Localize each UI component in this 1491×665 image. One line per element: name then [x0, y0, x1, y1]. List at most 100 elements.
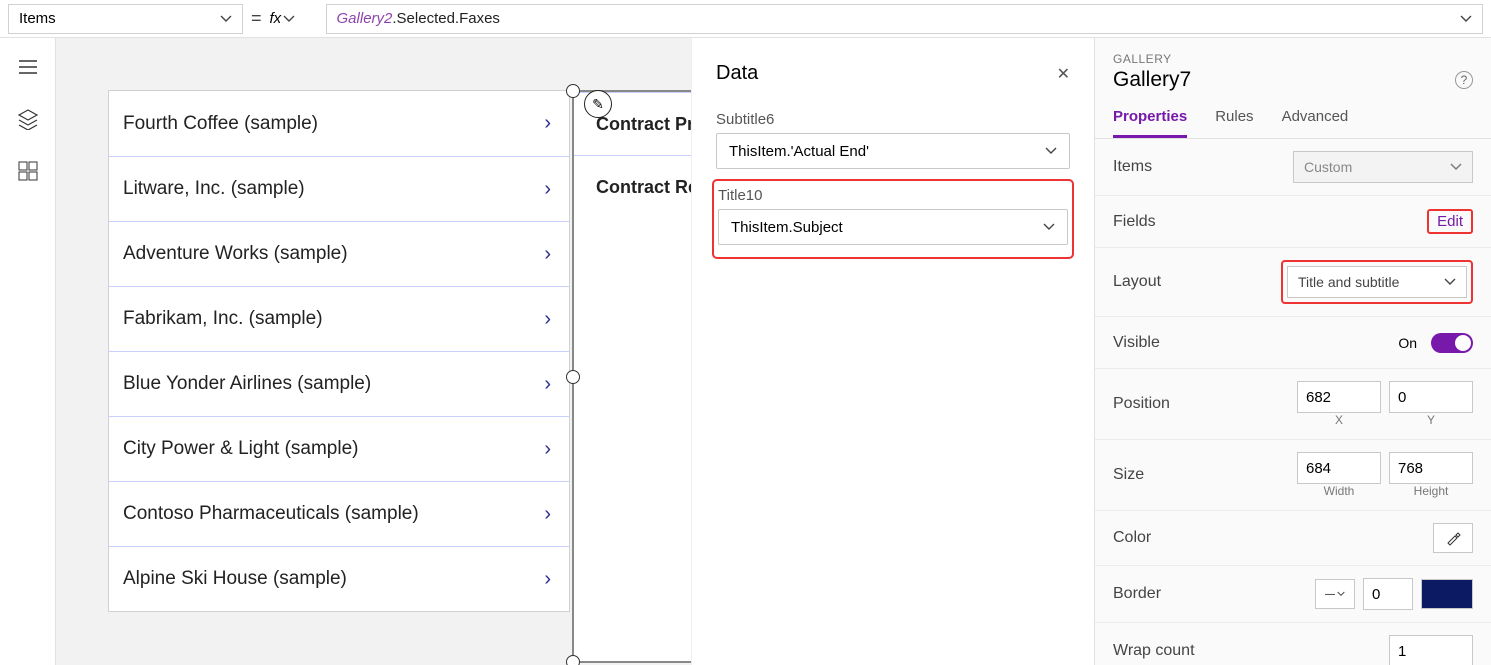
chevron-right-icon: › [544, 178, 551, 201]
field-dropdown[interactable]: ThisItem.Subject [718, 209, 1068, 245]
control-type-label: GALLERY [1113, 52, 1473, 66]
tab-rules[interactable]: Rules [1215, 108, 1253, 138]
layout-dropdown[interactable]: Title and subtitle [1287, 266, 1467, 298]
position-y-input[interactable]: 0 [1389, 381, 1473, 413]
prop-row-visible: Visible On [1095, 317, 1491, 369]
formula-text: Gallery2.Selected.Faxes [337, 10, 500, 27]
list-item[interactable]: Blue Yonder Airlines (sample)› [109, 351, 569, 416]
chevron-down-icon [1043, 221, 1055, 233]
property-dropdown[interactable]: Items [8, 4, 243, 34]
prop-row-size: Size 684 Width 768 Height [1095, 440, 1491, 511]
list-item[interactable]: Adventure Works (sample)› [109, 221, 569, 286]
chevron-right-icon: › [544, 373, 551, 396]
equals-sign: = [251, 8, 262, 29]
field-label: Title10 [718, 187, 1068, 204]
grid-icon[interactable] [17, 160, 39, 182]
properties-header: GALLERY Gallery7 ? [1095, 38, 1491, 92]
menu-icon[interactable] [17, 56, 39, 78]
list-item[interactable]: City Power & Light (sample)› [109, 416, 569, 481]
items-dropdown[interactable]: Custom [1293, 151, 1473, 183]
prop-label: Items [1113, 158, 1152, 176]
prop-label: Visible [1113, 334, 1160, 352]
tab-properties[interactable]: Properties [1113, 108, 1187, 138]
prop-row-items: Items Custom [1095, 139, 1491, 196]
edit-pencil-icon[interactable]: ✎ [584, 90, 612, 118]
list-item[interactable]: Fabrikam, Inc. (sample)› [109, 286, 569, 351]
prop-row-color: Color [1095, 511, 1491, 566]
data-panel: Data ✕ Subtitle6 ThisItem.'Actual End' T… [691, 38, 1094, 665]
size-height-label: Height [1389, 484, 1473, 498]
formula-input[interactable]: Gallery2.Selected.Faxes [326, 4, 1483, 34]
chevron-right-icon: › [544, 308, 551, 331]
formula-bar: Items = fx Gallery2.Selected.Faxes [0, 0, 1491, 38]
close-icon[interactable]: ✕ [1057, 64, 1070, 84]
prop-row-fields: Fields Edit [1095, 196, 1491, 248]
size-width-label: Width [1297, 484, 1381, 498]
data-panel-header: Data ✕ [692, 38, 1094, 97]
chevron-right-icon: › [544, 438, 551, 461]
visible-toggle[interactable] [1431, 333, 1473, 353]
chevron-right-icon: › [544, 503, 551, 526]
prop-row-position: Position 682 X 0 Y [1095, 369, 1491, 440]
resize-handle[interactable] [566, 655, 580, 665]
list-item[interactable]: Contoso Pharmaceuticals (sample)› [109, 481, 569, 546]
field-label: Subtitle6 [716, 111, 1070, 128]
data-panel-title: Data [716, 62, 758, 85]
layers-icon[interactable] [17, 108, 39, 130]
main-layout: Fourth Coffee (sample)› Litware, Inc. (s… [0, 38, 1491, 665]
field-group-highlighted: Title10 ThisItem.Subject [712, 179, 1074, 259]
color-picker[interactable] [1433, 523, 1473, 553]
properties-body: Items Custom Fields Edit Layout Title an… [1095, 139, 1491, 665]
field-dropdown[interactable]: ThisItem.'Actual End' [716, 133, 1070, 169]
prop-label: Color [1113, 529, 1151, 547]
list-item[interactable]: Alpine Ski House (sample)› [109, 546, 569, 611]
chevron-down-icon [1045, 145, 1057, 157]
size-width-input[interactable]: 684 [1297, 452, 1381, 484]
list-item[interactable]: Litware, Inc. (sample)› [109, 156, 569, 221]
chevron-right-icon: › [544, 243, 551, 266]
prop-label: Border [1113, 585, 1161, 603]
chevron-down-icon [220, 13, 232, 25]
control-name: Gallery7 [1113, 68, 1191, 92]
prop-label: Size [1113, 466, 1144, 484]
canvas-area[interactable]: Fourth Coffee (sample)› Litware, Inc. (s… [56, 38, 1094, 665]
border-color-picker[interactable] [1421, 579, 1473, 609]
chevron-down-icon [283, 13, 295, 25]
prop-label: Wrap count [1113, 642, 1195, 660]
left-rail [0, 38, 56, 665]
chevron-down-icon [1444, 276, 1456, 288]
properties-tabs: Properties Rules Advanced [1095, 108, 1491, 139]
chevron-down-icon [1450, 161, 1462, 173]
help-icon[interactable]: ? [1455, 71, 1473, 89]
prop-row-wrapcount: Wrap count 1 [1095, 623, 1491, 665]
fx-label: fx [270, 10, 282, 27]
prop-row-border: Border — 0 [1095, 566, 1491, 623]
paint-icon [1445, 530, 1461, 546]
toggle-state-label: On [1398, 335, 1417, 351]
chevron-right-icon: › [544, 568, 551, 591]
field-group: Subtitle6 ThisItem.'Actual End' [692, 111, 1094, 169]
position-y-label: Y [1389, 413, 1473, 427]
tab-advanced[interactable]: Advanced [1282, 108, 1349, 138]
chevron-down-icon [1460, 13, 1472, 25]
property-name: Items [19, 10, 56, 27]
fx-button[interactable]: fx [270, 4, 318, 34]
position-x-label: X [1297, 413, 1381, 427]
prop-row-layout: Layout Title and subtitle [1095, 248, 1491, 317]
list-item[interactable]: Fourth Coffee (sample)› [109, 91, 569, 156]
resize-handle[interactable] [566, 370, 580, 384]
border-width-input[interactable]: 0 [1363, 578, 1413, 610]
prop-label: Position [1113, 395, 1170, 413]
layout-highlight: Title and subtitle [1281, 260, 1473, 304]
prop-label: Layout [1113, 273, 1161, 291]
position-x-input[interactable]: 682 [1297, 381, 1381, 413]
size-height-input[interactable]: 768 [1389, 452, 1473, 484]
prop-label: Fields [1113, 213, 1156, 231]
wrapcount-input[interactable]: 1 [1389, 635, 1473, 665]
resize-handle[interactable] [566, 84, 580, 98]
edit-fields-link[interactable]: Edit [1427, 209, 1473, 234]
border-style-dropdown[interactable]: — [1315, 579, 1355, 609]
chevron-right-icon: › [544, 112, 551, 135]
gallery-accounts[interactable]: Fourth Coffee (sample)› Litware, Inc. (s… [108, 90, 570, 612]
properties-panel: GALLERY Gallery7 ? Properties Rules Adva… [1094, 38, 1491, 665]
